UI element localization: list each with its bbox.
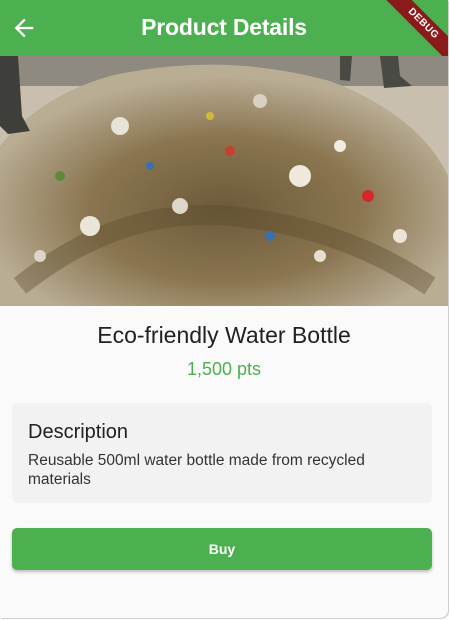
description-card: Description Reusable 500ml water bottle … — [12, 403, 432, 503]
app-bar: Product Details DEBUG — [0, 0, 448, 66]
product-image — [0, 56, 448, 306]
description-text: Reusable 500ml water bottle made from re… — [28, 452, 365, 488]
description-title: Description — [28, 421, 129, 443]
page-title: Product Details — [141, 14, 307, 40]
product-name: Eco-friendly Water Bottle — [97, 322, 351, 348]
product-price: 1,500 pts — [186, 359, 262, 379]
app-screen: Product Details DEBUG Eco-friendly Water… — [0, 0, 448, 618]
buy-button[interactable]: Buy — [12, 528, 432, 570]
